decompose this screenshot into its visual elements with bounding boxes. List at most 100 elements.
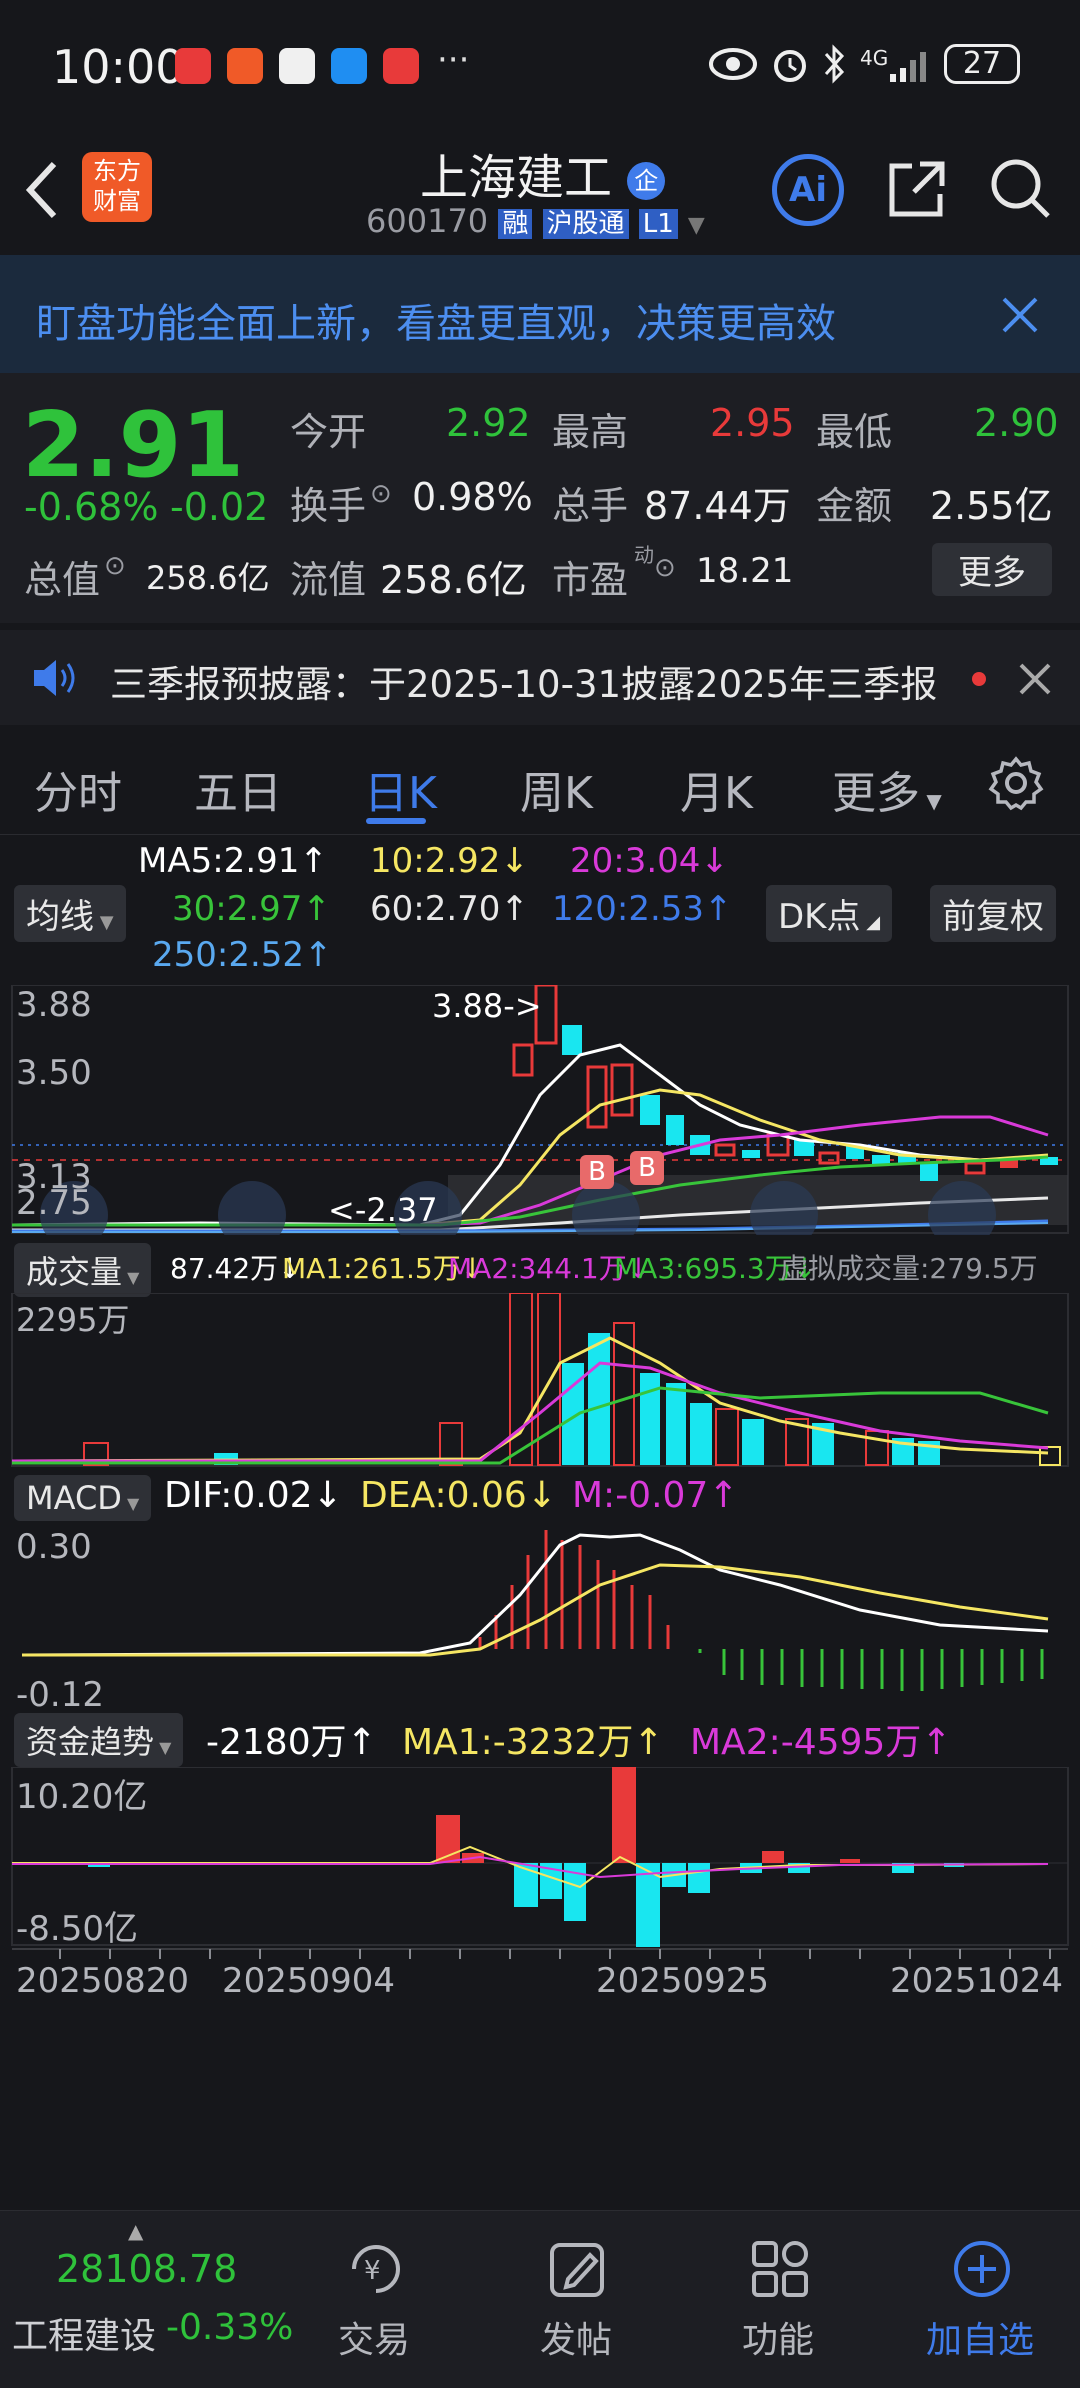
ma-selector-label: 均线 [26, 897, 94, 937]
fund-trend-ma1: MA1:-3232万↑ [402, 1722, 664, 1763]
grid-functions-icon [752, 2241, 808, 2297]
fund-trend-selector[interactable]: 资金趋势 ▼ [14, 1713, 184, 1767]
adjust-button[interactable]: 前复权 [930, 885, 1056, 942]
home-app-icon [279, 48, 315, 84]
feishu-app-icon [227, 48, 263, 84]
pe-info-icon[interactable]: ⊙ [654, 553, 676, 583]
ma-selector[interactable]: 均线 ▼ [14, 885, 126, 942]
battery-level: 27 [962, 46, 1002, 81]
tag-connect: 沪股通 [542, 209, 629, 239]
tab-daily-k[interactable]: 日K [364, 757, 437, 821]
signal-icon [890, 52, 926, 82]
fund-trend-ma2: MA2:-4595万↑ [690, 1722, 952, 1763]
chevron-down-icon: ▼ [687, 213, 705, 238]
sector-index-value: 28108.78 [56, 2247, 238, 2291]
sector-index-name: 工程建设 [12, 2316, 157, 2357]
amount-label: 金额 [816, 484, 893, 528]
collapse-chevron-icon: ▲ [128, 2219, 144, 2243]
ma10-legend: 10:2.92↓ [370, 841, 529, 881]
status-bar: 10:00 ··· 4G 27 [0, 0, 1080, 130]
ma30-legend: 30:2.97↑ [172, 889, 331, 929]
ma120-legend: 120:2.53↑ [552, 889, 733, 929]
info-icon[interactable]: ⊙ [104, 551, 126, 581]
change-pct: -0.68% [24, 485, 159, 529]
nav-functions[interactable]: 功能 [678, 2211, 878, 2388]
tab-more[interactable]: 更多 ▼ [832, 757, 942, 821]
tab-more-label: 更多 [832, 768, 920, 819]
tab-intraday[interactable]: 分时 [34, 757, 122, 821]
stock-name: 上海建工 [420, 150, 613, 206]
battery-icon: 27 [944, 44, 1020, 84]
settings-gear-icon[interactable] [988, 755, 1044, 811]
macd-histogram [478, 1530, 1044, 1691]
stock-code: 600170 [366, 202, 489, 240]
more-button[interactable]: 更多 [932, 543, 1052, 596]
macd-m: M:-0.07↑ [572, 1475, 739, 1516]
volume-chart[interactable] [0, 1293, 1080, 1468]
macd-chart[interactable] [0, 1525, 1080, 1705]
search-icon[interactable] [988, 156, 1054, 222]
x-date-2: 20250904 [222, 1961, 396, 2001]
nav-functions-label: 功能 [741, 2320, 814, 2361]
mktcap-value: 258.6亿 [146, 559, 270, 597]
ai-button[interactable]: Ai [772, 154, 844, 226]
stock-title: 上海建工 企 [420, 138, 666, 208]
tag-margin: 融 [498, 209, 533, 239]
macd-selector[interactable]: MACD ▼ [14, 1475, 152, 1521]
enterprise-badge: 企 [627, 162, 666, 200]
dk-corner-icon: ◢ [860, 912, 881, 933]
ma5-legend: MA5:2.91↑ [138, 841, 328, 881]
stock-code-row[interactable]: 600170 融 沪股通 L1 ▼ [366, 202, 705, 240]
bluetooth-icon [824, 44, 845, 84]
sector-index[interactable]: ▲ 28108.78 工程建设 -0.33% [0, 2211, 310, 2388]
fund-y-top: 10.20亿 [16, 1777, 148, 1817]
ma20-legend: 20:3.04↓ [570, 841, 729, 881]
fund-y-bottom: -8.50亿 [16, 1909, 138, 1949]
announcement-bar[interactable]: 三季报预披露：于2025-10-31披露2025年三季报 [0, 630, 1080, 725]
change-value: -0.02 [170, 485, 269, 529]
macd-dif: DIF:0.02↓ [164, 1475, 343, 1516]
nav-post[interactable]: 发帖 [476, 2211, 676, 2388]
nav-add-watchlist[interactable]: 加自选 [880, 2211, 1080, 2388]
volume-value: 87.44万 [644, 484, 791, 528]
speaker-icon [34, 660, 75, 696]
ai-label: Ai [789, 170, 827, 210]
macd-selector-chevron-icon: ▼ [121, 1494, 140, 1513]
alarm-icon [774, 50, 806, 82]
ma-selector-chevron-icon: ▼ [94, 912, 114, 933]
unread-dot [972, 672, 986, 686]
back-arrow-icon[interactable] [22, 158, 62, 222]
share-icon[interactable] [886, 158, 948, 220]
high-label: 最高 [552, 410, 629, 454]
x-date-1: 20250820 [16, 1961, 190, 2001]
nav-trade[interactable]: ¥ 交易 [274, 2211, 474, 2388]
kline-candles [512, 985, 1058, 1181]
svg-text:¥: ¥ [364, 2256, 381, 2286]
tab-monthly-k[interactable]: 月K [680, 757, 753, 821]
dk-point-button[interactable]: DK点 ◢ [766, 885, 893, 942]
tab-weekly-k[interactable]: 周K [520, 757, 593, 821]
tab-five-day[interactable]: 五日 [194, 757, 282, 821]
volume-selector-chevron-icon: ▼ [122, 1268, 140, 1287]
notice-close-icon[interactable] [1018, 662, 1052, 696]
volume-selector-label: 成交量 [26, 1253, 123, 1291]
promo-banner[interactable]: 盯盘功能全面上新，看盘更直观，决策更高效 [0, 255, 1080, 373]
float-value: 258.6亿 [380, 558, 527, 602]
x-date-3: 20250925 [596, 1961, 770, 2001]
zoom-out-icon[interactable] [218, 1181, 286, 1235]
macd-selector-label: MACD [26, 1479, 122, 1517]
volume-selector[interactable]: 成交量 ▼ [14, 1243, 152, 1297]
ma60-legend: 60:2.70↑ [370, 889, 529, 929]
close-icon[interactable] [1000, 295, 1040, 335]
eastmoney-logo[interactable]: 东方 财富 [82, 152, 152, 222]
status-time: 10:00 [52, 40, 185, 94]
dk-point-label: DK点 [778, 897, 861, 937]
add-circle-icon [954, 2241, 1010, 2297]
buy-signal-badge-1[interactable]: B [580, 1155, 614, 1189]
fund-trend-chart[interactable] [0, 1767, 1080, 1947]
fund-trend-selector-label: 资金趋势 [26, 1723, 155, 1761]
turnover-info-icon[interactable]: ⊙ [370, 479, 392, 509]
kline-y-label-1: 3.88 [16, 985, 92, 1025]
banner-text: 盯盘功能全面上新，看盘更直观，决策更高效 [36, 301, 836, 347]
buy-signal-badge-2[interactable]: B [630, 1151, 664, 1185]
